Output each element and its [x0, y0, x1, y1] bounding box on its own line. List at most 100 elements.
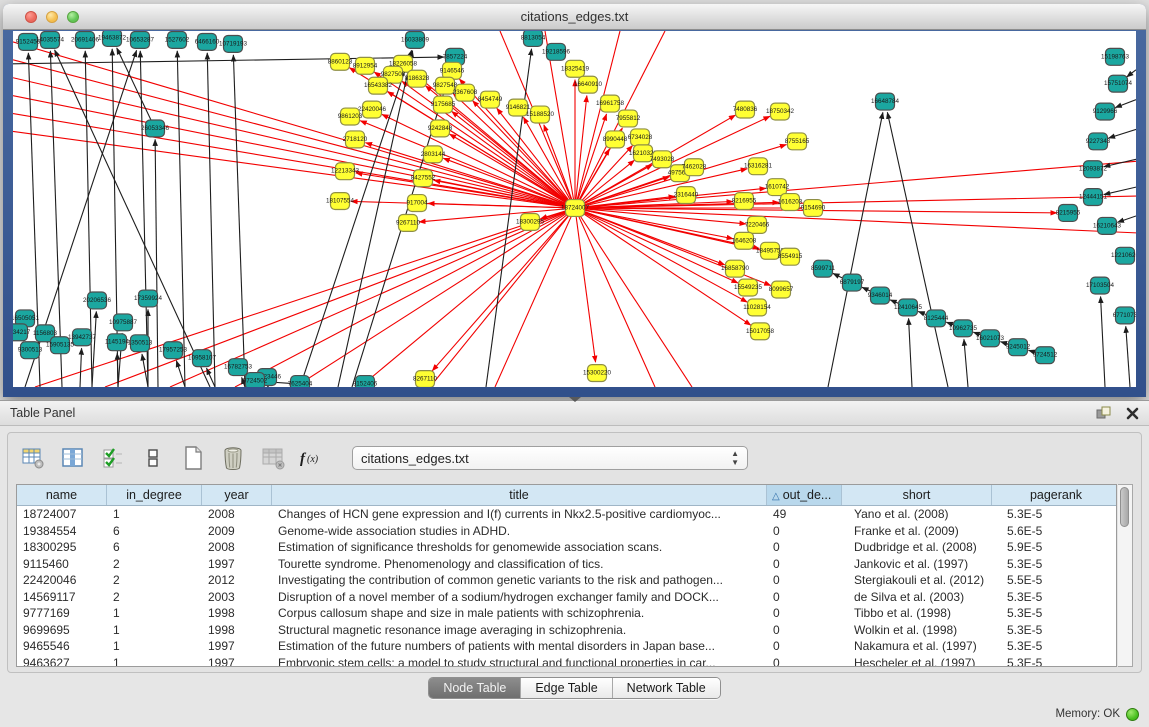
row-height-button[interactable] — [138, 443, 168, 473]
graph-node[interactable]: 2316440 — [674, 187, 699, 204]
graph-node[interactable]: 17957253 — [159, 342, 187, 359]
graph-edge[interactable] — [495, 216, 571, 387]
float-panel-icon[interactable] — [1096, 406, 1112, 420]
column-header-short[interactable]: short — [842, 485, 992, 505]
graph-node[interactable]: 6771073 — [1113, 307, 1136, 324]
graph-edge[interactable] — [35, 211, 566, 387]
create-column-button[interactable] — [178, 443, 208, 473]
graph-node[interactable]: 12210626 — [1111, 247, 1136, 264]
graph-edge[interactable] — [92, 311, 96, 387]
graph-node[interactable]: 19218596 — [542, 43, 570, 60]
graph-node[interactable]: 1145194 — [105, 334, 130, 351]
graph-node[interactable]: 9129966 — [1093, 103, 1118, 120]
graph-node[interactable]: 9154690 — [801, 200, 826, 217]
graph-node[interactable]: 8427552 — [411, 170, 436, 187]
graph-edge[interactable] — [1127, 70, 1136, 77]
graph-node[interactable]: 6466160 — [195, 33, 220, 50]
tab-node-table[interactable]: Node Table — [429, 678, 521, 698]
graph-edge[interactable] — [576, 217, 595, 362]
graph-node[interactable]: 15549235 — [734, 279, 762, 296]
graph-node[interactable]: 7493028 — [650, 151, 675, 168]
table-scrollbar-thumb[interactable] — [1120, 487, 1129, 527]
graph-edge[interactable] — [365, 143, 566, 206]
graph-edge[interactable] — [1108, 129, 1136, 138]
graph-node[interactable]: 8125444 — [924, 310, 949, 327]
graph-node[interactable]: 10962735 — [949, 320, 977, 337]
select-functions-button[interactable] — [98, 443, 128, 473]
tab-edge-table[interactable]: Edge Table — [521, 678, 612, 698]
column-header-pagerank[interactable]: pagerank — [992, 485, 1117, 505]
graph-edge[interactable] — [155, 139, 158, 387]
graph-node[interactable]: 7462028 — [682, 159, 707, 176]
graph-edge[interactable] — [13, 114, 566, 207]
graph-node[interactable]: 8813054 — [521, 31, 546, 46]
graph-node[interactable]: 10653287 — [126, 31, 154, 48]
graph-edge[interactable] — [1101, 296, 1105, 387]
table-row[interactable]: 946362711997Embryonic stem cells: a mode… — [17, 655, 1116, 668]
graph-node[interactable]: 12213343 — [331, 163, 359, 180]
graph-node[interactable]: 22420046 — [358, 101, 386, 118]
graph-edge[interactable] — [13, 42, 566, 206]
tab-network-table[interactable]: Network Table — [613, 678, 720, 698]
delete-table-button[interactable] — [258, 443, 288, 473]
graph-node[interactable]: 11028154 — [743, 299, 771, 316]
graph-node[interactable]: 9175685 — [431, 96, 456, 113]
graph-edge[interactable] — [583, 212, 738, 283]
graph-edge[interactable] — [1104, 187, 1136, 194]
graph-node[interactable]: 19463872 — [98, 31, 126, 46]
split-pane-handle[interactable] — [569, 397, 581, 402]
graph-node[interactable]: 15751074 — [1104, 75, 1132, 92]
network-canvas[interactable]: 9152456140355742069140619463872106532871… — [13, 31, 1136, 387]
graph-node[interactable]: 15300220 — [583, 365, 611, 382]
graph-edge[interactable] — [177, 51, 185, 387]
graph-node[interactable]: 9242848 — [428, 120, 453, 137]
graph-edge[interactable] — [13, 131, 566, 206]
graph-node[interactable]: 2367608 — [453, 84, 478, 101]
minimize-window-button[interactable] — [46, 11, 58, 23]
table-row[interactable]: 1872400712008Changes of HCN gene express… — [17, 506, 1116, 523]
table-row[interactable]: 1456911722003Disruption of a novel membe… — [17, 589, 1116, 606]
graph-node[interactable]: 1616203 — [778, 194, 803, 211]
table-row[interactable]: 977716911998Corpus callosum shape and si… — [17, 605, 1116, 622]
graph-node[interactable]: 9245012 — [1006, 339, 1031, 356]
graph-node[interactable]: 18750342 — [766, 103, 794, 120]
graph-node[interactable]: 9300513 — [18, 342, 43, 359]
column-header-out_de[interactable]: △out_de... — [767, 485, 842, 505]
show-columns-button[interactable] — [58, 443, 88, 473]
graph-edge[interactable] — [207, 53, 215, 387]
graph-edge[interactable] — [1115, 100, 1136, 108]
graph-node[interactable]: 1527602 — [165, 31, 190, 48]
graph-edge[interactable] — [360, 121, 566, 205]
graph-edge[interactable] — [300, 50, 412, 387]
graph-edge[interactable] — [909, 318, 912, 387]
graph-node[interactable]: 16648784 — [871, 93, 899, 110]
column-header-name[interactable]: name — [17, 485, 107, 505]
delete-columns-button[interactable] — [218, 443, 248, 473]
graph-node[interactable]: 7625404 — [288, 376, 313, 387]
graph-node[interactable]: 9346014 — [868, 287, 893, 304]
graph-node[interactable]: 10975887 — [109, 314, 137, 331]
graph-node[interactable]: 8267110 — [413, 371, 438, 387]
function-builder-button[interactable]: f (x) — [298, 443, 328, 473]
graph-edge[interactable] — [117, 353, 118, 387]
graph-node[interactable]: 9724512 — [1033, 347, 1058, 364]
graph-edge[interactable] — [360, 214, 568, 387]
graph-edge[interactable] — [235, 212, 567, 387]
graph-edge[interactable] — [1126, 326, 1130, 387]
graph-node[interactable]: 9267110 — [396, 214, 421, 231]
column-header-in_degree[interactable]: in_degree — [107, 485, 202, 505]
graph-node[interactable]: 15198763 — [1101, 48, 1129, 65]
graph-edge[interactable] — [887, 112, 948, 387]
graph-node[interactable]: 18300295 — [516, 213, 544, 230]
table-row[interactable]: 1938455462009Genome-wide association stu… — [17, 523, 1116, 540]
graph-node[interactable]: 8454749 — [478, 91, 503, 108]
graph-node[interactable]: 8186328 — [405, 70, 430, 87]
graph-node[interactable]: 16021073 — [976, 330, 1004, 347]
graph-node[interactable]: 1350513 — [128, 335, 153, 352]
graph-node[interactable]: 1646208 — [732, 232, 757, 249]
graph-node[interactable]: 7480836 — [733, 101, 758, 118]
graph-node[interactable]: 10958107 — [188, 350, 216, 367]
graph-edge[interactable] — [577, 31, 620, 199]
graph-node[interactable]: 16316281 — [744, 158, 772, 175]
graph-edge[interactable] — [206, 368, 215, 387]
